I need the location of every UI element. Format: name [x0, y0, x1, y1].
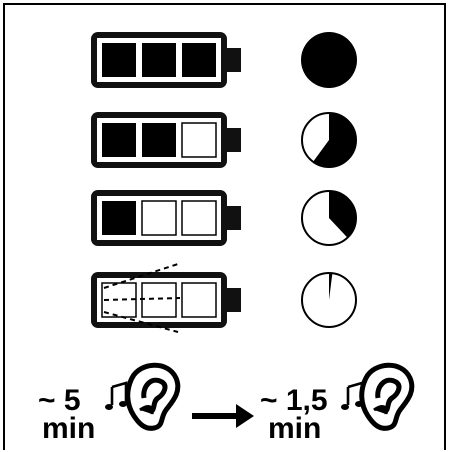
battery-cell: [141, 282, 177, 318]
battery-icon: [91, 190, 241, 246]
charge-pie: [301, 272, 357, 328]
battery-cell: [102, 43, 136, 77]
battery-cell: [142, 123, 176, 157]
after-unit-label: min: [268, 412, 322, 445]
battery-cell: [181, 282, 217, 318]
battery-cell: [141, 200, 177, 236]
ear-icon: [125, 362, 181, 431]
charge-pie: [301, 112, 357, 168]
charge-pie-full: [301, 32, 357, 88]
battery-icon: [91, 32, 241, 88]
battery-cell: [181, 200, 217, 236]
battery-icon: [91, 112, 241, 168]
before-unit-label: min: [42, 412, 96, 445]
battery-cell: [182, 43, 216, 77]
charge-pie: [301, 190, 357, 246]
ear-icon: [359, 362, 415, 431]
battery-row-1: [91, 32, 357, 88]
arrow-right-icon: [192, 404, 254, 428]
battery-cell: [142, 43, 176, 77]
battery-row-2: [91, 112, 357, 168]
battery-cell: [181, 122, 217, 158]
battery-cell: [102, 201, 136, 235]
music-note-icon: [105, 381, 128, 410]
battery-cell: [102, 123, 136, 157]
battery-row-3: [91, 190, 357, 246]
battery-row-4: [91, 263, 357, 333]
